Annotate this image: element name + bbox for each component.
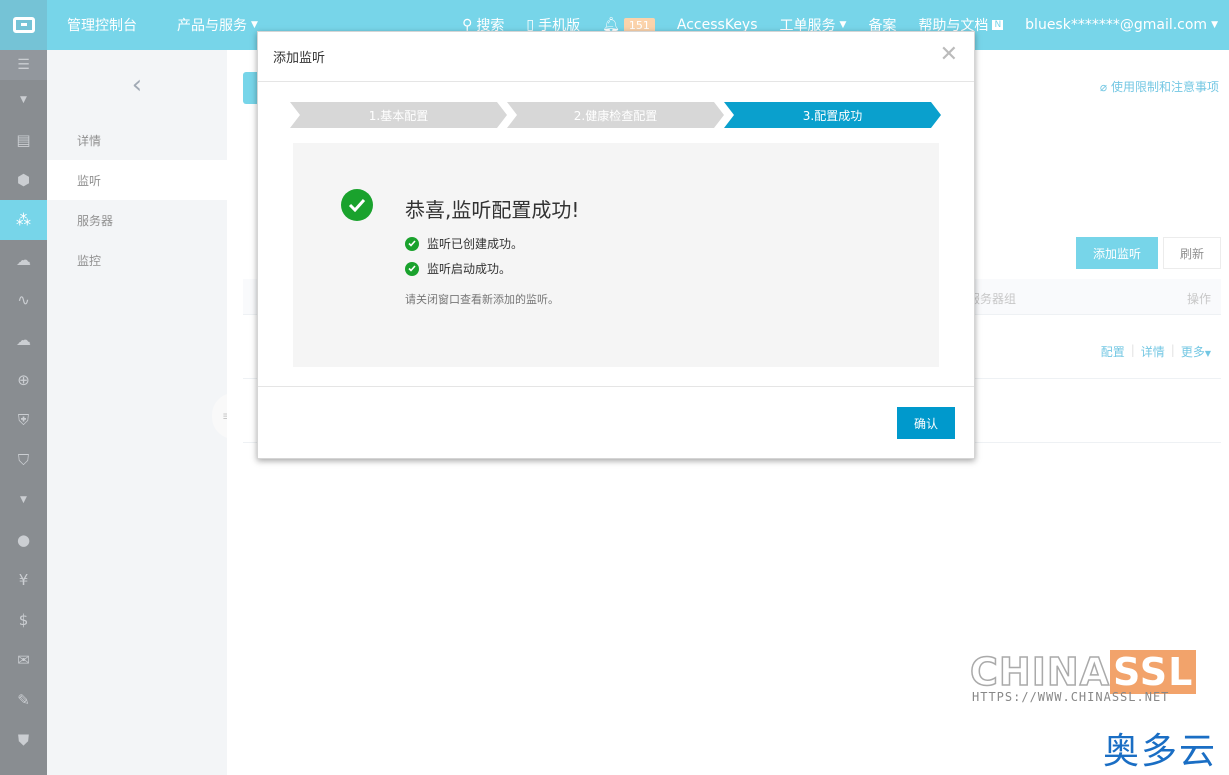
check-line: 监听启动成功。 [405, 260, 511, 277]
watermark-url: HTTPS://WWW.CHINASSL.NET [972, 690, 1170, 704]
dialog-header: 添加监听 ✕ [258, 32, 974, 82]
close-icon[interactable]: ✕ [940, 44, 958, 66]
success-check-icon [341, 189, 373, 221]
check-icon [405, 236, 419, 251]
step-label: 2.健康检查配置 [573, 108, 658, 123]
add-listener-dialog: 添加监听 ✕ 1.基本配置 2.健康检查配置 3.配置成功 恭喜,监听配置成功!… [257, 31, 975, 459]
hint-text: 请关闭窗口查看新添加的监听。 [405, 293, 559, 306]
wizard-steps: 1.基本配置 2.健康检查配置 3.配置成功 [290, 102, 941, 128]
check-icon [405, 261, 419, 276]
step-basic-config: 1.基本配置 [290, 102, 507, 128]
step-health-check: 2.健康检查配置 [507, 102, 724, 128]
success-panel: 恭喜,监听配置成功! 监听已创建成功。 监听启动成功。 请关闭窗口查看新添加的监… [293, 143, 939, 367]
check-text: 监听已创建成功。 [427, 237, 524, 251]
check-text: 监听启动成功。 [427, 262, 512, 276]
step-label: 1.基本配置 [368, 108, 429, 123]
watermark-china: CHINA [969, 649, 1111, 695]
step-label: 3.配置成功 [802, 108, 863, 123]
dialog-footer: 确认 [258, 386, 974, 458]
chinassl-watermark: CHINASSL [969, 649, 1197, 695]
confirm-button[interactable]: 确认 [897, 407, 955, 439]
dialog-title: 添加监听 [273, 51, 326, 66]
success-title: 恭喜,监听配置成功! [405, 198, 580, 222]
step-success: 3.配置成功 [724, 102, 941, 128]
check-line: 监听已创建成功。 [405, 235, 523, 252]
watermark-ssl: SSL [1110, 650, 1197, 694]
aoduoyun-watermark: 奥多云 [1103, 731, 1218, 772]
